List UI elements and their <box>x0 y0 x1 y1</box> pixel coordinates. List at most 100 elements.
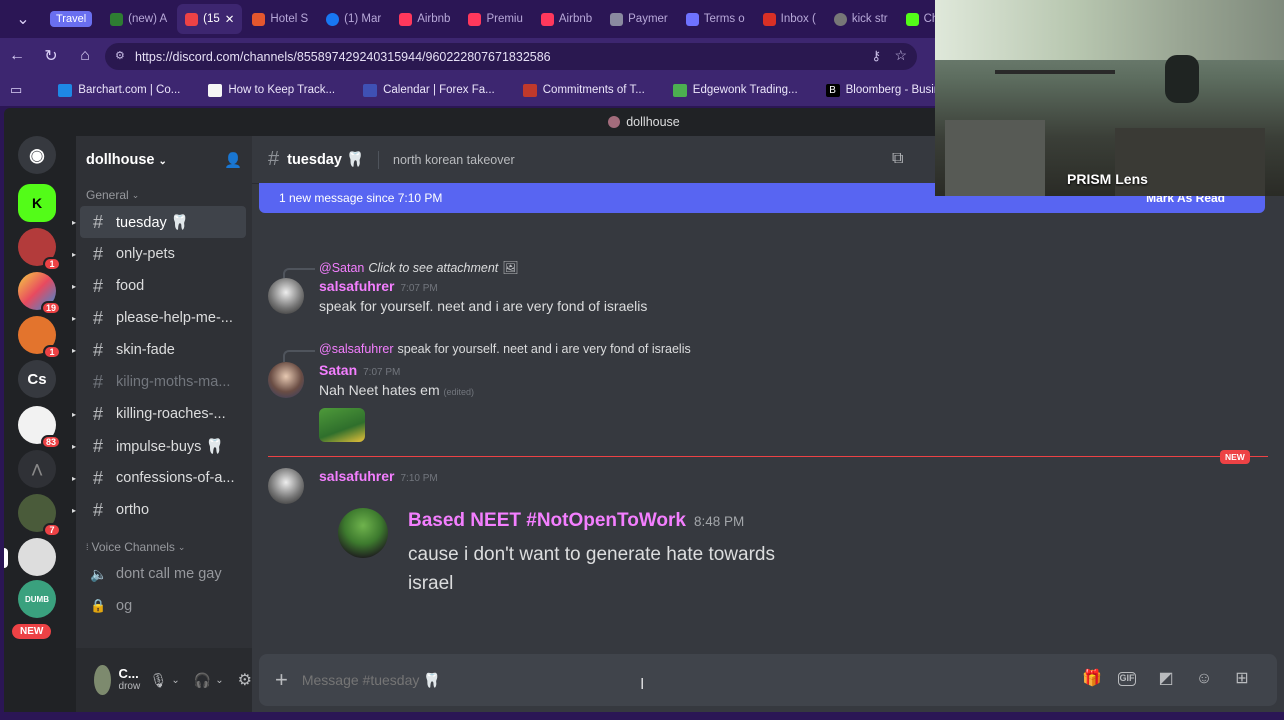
channel-food[interactable]: ▸ # food <box>72 270 246 302</box>
browser-tab[interactable]: Paymer <box>602 4 676 34</box>
category-voice[interactable]: ⁞ Voice Channels ⌄ <box>76 536 252 558</box>
channel-kiling-moths[interactable]: # kiling-moths-ma... <box>80 366 246 398</box>
microphone-icon[interactable]: 🎙 <box>150 672 168 689</box>
webcam-backpack <box>1165 55 1199 103</box>
category-general[interactable]: General ⌄ <box>76 184 252 206</box>
browser-tab-active[interactable]: (15 ✕ <box>177 4 243 34</box>
tab-label: Airbnb <box>417 13 451 25</box>
address-bar[interactable]: ⚙ https://discord.com/channels/855897429… <box>105 43 917 70</box>
site-info-icon[interactable]: ⚙ <box>115 49 125 62</box>
sticker-icon[interactable]: ◩ <box>1155 668 1177 690</box>
avatar[interactable] <box>94 665 111 695</box>
url-text: https://discord.com/channels/85589742924… <box>135 49 551 64</box>
tab-label: Terms o <box>703 13 745 25</box>
chevron-down-icon[interactable]: ⌄ <box>171 675 179 686</box>
back-icon[interactable]: ← <box>0 47 34 65</box>
server-avatar[interactable]: 1 <box>18 228 61 271</box>
avatar[interactable] <box>268 362 304 398</box>
bookmark[interactable]: Barchart.com | Co... <box>46 83 192 97</box>
channel-confessions[interactable]: ▸ # confessions-of-a... <box>72 462 246 494</box>
avatar[interactable] <box>268 468 304 504</box>
server-avatar[interactable]: 83 <box>18 406 61 449</box>
invite-people-icon[interactable]: 👤 <box>224 152 242 169</box>
server-avatar[interactable]: DUMB <box>18 580 56 618</box>
browser-tab[interactable]: Terms o <box>678 4 753 34</box>
browser-tab[interactable]: Airbnb <box>391 4 458 34</box>
browser-tab[interactable]: kick str <box>826 4 896 34</box>
channel-tuesday[interactable]: ▸ # tuesday 🦷 <box>72 206 246 238</box>
server-avatar[interactable] <box>18 538 56 576</box>
server-text-icon[interactable]: Cs <box>18 360 56 398</box>
tab-list-chevron-icon[interactable]: ⌄ <box>6 9 40 29</box>
browser-tab[interactable]: (1) Mar <box>318 4 389 34</box>
bookmark[interactable]: Calendar | Forex Fa... <box>351 83 507 97</box>
browser-tab[interactable]: Inbox ( <box>755 4 824 34</box>
message-author[interactable]: Satan <box>319 362 357 378</box>
key-icon[interactable]: ⚷ <box>871 48 881 64</box>
gift-icon[interactable]: 🎁 <box>1081 668 1103 690</box>
gif-icon[interactable]: GIF <box>1118 672 1136 686</box>
server-header[interactable]: dollhouse ⌄ 👤 <box>76 136 252 184</box>
bookmark[interactable]: Edgewonk Trading... <box>661 83 810 97</box>
channel-please-help-me[interactable]: ▸ # please-help-me-... <box>72 302 246 334</box>
chevron-down-icon[interactable]: ⌄ <box>215 675 223 686</box>
channel-label: dont call me gay <box>116 566 222 582</box>
browser-tab[interactable]: Airbnb <box>533 4 600 34</box>
channel-skin-fade[interactable]: ▸ # skin-fade <box>72 334 246 366</box>
channel-killing-roaches[interactable]: ▸ # killing-roaches-... <box>72 398 246 430</box>
channel-impulse-buys[interactable]: ▸ # impulse-buys 🦷 <box>72 430 246 462</box>
reload-icon[interactable]: ↻ <box>34 46 68 66</box>
threads-icon[interactable]: ⧉ <box>892 150 903 168</box>
headphones-icon[interactable]: 🎧 <box>194 672 211 689</box>
avatar[interactable] <box>268 278 304 314</box>
apps-icon[interactable]: ▭ <box>10 82 22 98</box>
channel-label: impulse-buys 🦷 <box>116 438 224 455</box>
tab-label: Paymer <box>628 13 668 25</box>
bookmark-label: Commitments of T... <box>542 84 645 96</box>
reply-text: speak for yourself. neet and i are very … <box>397 342 691 356</box>
channel-topic[interactable]: north korean takeover <box>393 153 515 167</box>
close-tab-icon[interactable]: ✕ <box>225 12 235 26</box>
message-author[interactable]: salsafuhrer <box>319 468 394 484</box>
discord-home-icon[interactable]: ◉ <box>18 136 56 174</box>
reply-author: @Satan <box>319 261 365 275</box>
emoji-icon[interactable]: ☺ <box>1193 668 1215 690</box>
airbnb-icon <box>540 12 554 26</box>
browser-tab[interactable]: Premiu <box>460 4 530 34</box>
channel-ortho[interactable]: ▸ # ortho <box>72 494 246 526</box>
browser-tab[interactable]: Hotel S <box>244 4 316 34</box>
barchart-icon <box>58 83 73 97</box>
reply-preview[interactable]: @Satan Click to see attachment 🖼 <box>283 260 519 280</box>
drag-handle-icon: ⁞ <box>86 542 89 552</box>
message-timestamp: 7:07 PM <box>363 367 401 378</box>
unread-indicator-icon: ▸ <box>72 345 77 355</box>
voice-channel-locked[interactable]: 🔒 og <box>80 590 246 622</box>
tab-group-chip[interactable]: Travel <box>42 4 100 34</box>
home-icon[interactable]: ⌂ <box>68 47 102 65</box>
apps-grid-icon[interactable]: ⊞ <box>1231 668 1253 690</box>
message-author[interactable]: salsafuhrer <box>319 278 394 294</box>
star-icon[interactable]: ☆ <box>894 47 907 64</box>
embed-header: Based NEET #NotOpenToWork 8:48 PM <box>408 510 744 532</box>
new-divider-label: NEW <box>1220 450 1250 464</box>
text-channel-icon: # <box>92 435 103 456</box>
channel-only-pets[interactable]: ▸ # only-pets <box>72 238 246 270</box>
voice-channel[interactable]: 🔈 dont call me gay <box>80 558 246 590</box>
unread-indicator-icon: ▸ <box>72 409 77 419</box>
message-composer[interactable]: + 🎁 GIF ◩ ☺ ⊞ <box>259 654 1277 706</box>
tab-label: (1) Mar <box>344 13 382 25</box>
message-input[interactable] <box>301 672 1002 688</box>
add-attachment-icon[interactable]: + <box>275 667 288 693</box>
reply-preview[interactable]: @salsafuhrer speak for yourself. neet an… <box>283 342 691 362</box>
gear-icon[interactable]: ⚙ <box>238 670 252 690</box>
server-avatar[interactable]: 19 <box>18 272 61 315</box>
server-chart-icon[interactable]: ⋀ <box>18 450 56 488</box>
bookmark[interactable]: How to Keep Track... <box>196 83 347 97</box>
new-unreads-pill[interactable]: NEW <box>12 624 52 639</box>
bookmark[interactable]: Commitments of T... <box>511 83 657 97</box>
server-kick[interactable]: K <box>18 184 56 222</box>
server-avatar[interactable]: 1 <box>18 316 61 359</box>
server-icon <box>608 116 621 128</box>
server-avatar[interactable]: 7 <box>18 494 61 537</box>
browser-tab[interactable]: (new) A <box>102 4 175 34</box>
